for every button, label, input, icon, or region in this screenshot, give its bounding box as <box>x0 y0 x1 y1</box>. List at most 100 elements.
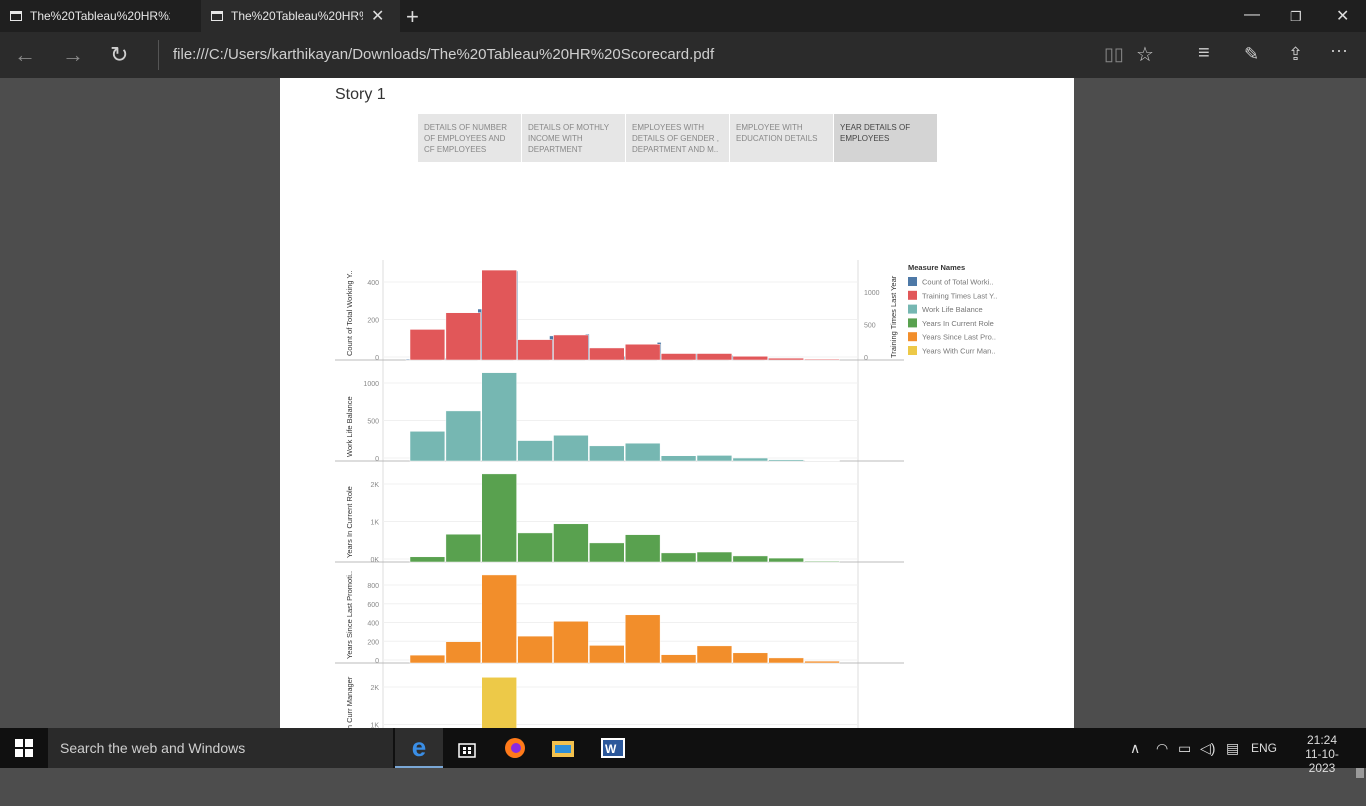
hub-icon[interactable]: ≡ <box>1198 42 1210 65</box>
bar <box>769 658 804 663</box>
firefox-icon[interactable] <box>491 728 539 768</box>
bar <box>625 344 660 360</box>
browser-tab-2[interactable]: The%20Tableau%20HR% ✕ <box>201 0 400 32</box>
bar <box>589 543 624 562</box>
restore-icon[interactable]: ❐ <box>1290 9 1302 25</box>
bar <box>518 533 553 562</box>
right-tick-label: 1000 <box>864 290 880 297</box>
bar <box>625 615 660 663</box>
bar <box>482 677 517 728</box>
bar <box>805 661 840 663</box>
y-tick-label: 500 <box>367 419 379 426</box>
bar <box>769 358 804 360</box>
edge-icon[interactable]: e <box>395 728 443 768</box>
story-tab-5[interactable]: YEAR DETAILS OF EMPLOYEES <box>834 114 937 162</box>
browser-tabbar: The%20Tableau%20HR%20S The%20Tableau%20H… <box>0 0 1366 32</box>
bar <box>410 655 445 663</box>
pdf-viewer: Story 1 DETAILS OF NUMBER OF EMPLOYEES A… <box>0 78 1366 728</box>
bar <box>589 446 624 461</box>
story-tab-2[interactable]: DETAILS OF MOTHLY INCOME WITH DEPARTMENT <box>522 114 625 162</box>
story-tabs: DETAILS OF NUMBER OF EMPLOYEES AND CF EM… <box>418 114 938 162</box>
y-tick-label: 1K <box>370 520 379 527</box>
store-icon[interactable] <box>443 728 491 768</box>
minimize-icon[interactable]: — <box>1244 6 1260 24</box>
address-bar[interactable]: file:///C:/Users/karthikayan/Downloads/T… <box>158 40 714 70</box>
chevron-up-icon[interactable]: ∧ <box>1130 728 1140 768</box>
wifi-icon[interactable]: ◠ <box>1156 728 1168 768</box>
y-axis-title: Years Since Last Promoti.. <box>345 571 354 659</box>
file-explorer-icon[interactable] <box>539 728 587 768</box>
bar <box>589 645 624 663</box>
y-axis-title: Years With Curr Manager <box>345 676 354 728</box>
forward-icon[interactable]: → <box>62 42 84 68</box>
bar <box>805 561 840 562</box>
bar <box>446 313 481 360</box>
bar <box>805 359 840 360</box>
legend-label: Years In Current Role <box>922 319 994 328</box>
legend-label: Years With Curr Man.. <box>922 347 996 356</box>
bar <box>446 411 481 461</box>
bar <box>554 621 589 663</box>
new-tab-icon[interactable]: + <box>406 4 419 30</box>
language-indicator[interactable]: ENG <box>1251 728 1277 768</box>
share-icon[interactable]: ⇪ <box>1288 44 1303 65</box>
favorite-star-icon[interactable]: ☆ <box>1136 42 1154 67</box>
close-tab-icon[interactable]: ✕ <box>371 6 384 26</box>
tab-title: The%20Tableau%20HR% <box>231 9 363 23</box>
bar <box>554 335 589 360</box>
bar <box>625 535 660 562</box>
bar <box>446 534 481 562</box>
bar <box>482 270 517 360</box>
right-tick-label: 0 <box>864 355 868 362</box>
browser-tab-1[interactable]: The%20Tableau%20HR%20S <box>0 0 200 32</box>
y-tick-label: 0 <box>375 355 379 362</box>
bar <box>410 557 445 562</box>
notification-icon[interactable]: ▤ <box>1226 728 1239 768</box>
bar <box>697 455 732 461</box>
scrollbar[interactable] <box>1352 156 1366 806</box>
story-tab-4[interactable]: EMPLOYEE WITH EDUCATION DETAILS <box>730 114 833 162</box>
back-icon[interactable]: ← <box>14 42 36 68</box>
bar <box>733 356 768 360</box>
histogram-chart: 020040005001000Training Times Last YearC… <box>280 168 1074 728</box>
bar <box>733 653 768 663</box>
bar <box>697 354 732 360</box>
more-icon[interactable]: ··· <box>1330 40 1348 61</box>
legend-swatch <box>908 332 917 341</box>
y-tick-label: 2K <box>370 685 379 692</box>
bar <box>518 636 553 663</box>
y-tick-label: 600 <box>367 602 379 609</box>
bar <box>518 441 553 461</box>
volume-icon[interactable]: ◁) <box>1200 728 1215 768</box>
date: 11-10-2023 <box>1292 747 1352 775</box>
story-title: Story 1 <box>335 86 386 104</box>
legend-label: Work Life Balance <box>922 305 983 314</box>
bar <box>410 329 445 360</box>
bar <box>554 435 589 461</box>
bar <box>406 359 410 360</box>
legend-label: Training Times Last Y.. <box>922 291 997 300</box>
battery-icon[interactable]: ▭ <box>1178 728 1191 768</box>
bar <box>769 558 804 562</box>
word-icon[interactable]: W <box>589 728 637 768</box>
refresh-icon[interactable]: ↻ <box>110 42 128 68</box>
y-tick-label: 0 <box>375 456 379 463</box>
close-window-icon[interactable]: ✕ <box>1336 6 1349 26</box>
story-tab-3[interactable]: EMPLOYEES WITH DETAILS OF GENDER , DEPAR… <box>626 114 729 162</box>
legend-swatch <box>908 305 917 314</box>
legend-swatch <box>908 346 917 355</box>
taskbar-search[interactable]: Search the web and Windows <box>48 728 393 768</box>
note-icon[interactable]: ✎ <box>1244 44 1259 65</box>
clock[interactable]: 21:24 11-10-2023 <box>1292 733 1352 775</box>
y-tick-label: 800 <box>367 583 379 590</box>
bar <box>482 373 517 461</box>
reading-view-icon[interactable]: ▯▯ <box>1104 44 1124 65</box>
time: 21:24 <box>1292 733 1352 747</box>
y-tick-label: 0 <box>375 658 379 665</box>
bar <box>446 642 481 663</box>
y-tick-label: 400 <box>367 280 379 287</box>
bar <box>589 348 624 360</box>
story-tab-1[interactable]: DETAILS OF NUMBER OF EMPLOYEES AND CF EM… <box>418 114 521 162</box>
legend-title: Measure Names <box>908 263 965 272</box>
windows-start-icon[interactable] <box>0 728 48 768</box>
